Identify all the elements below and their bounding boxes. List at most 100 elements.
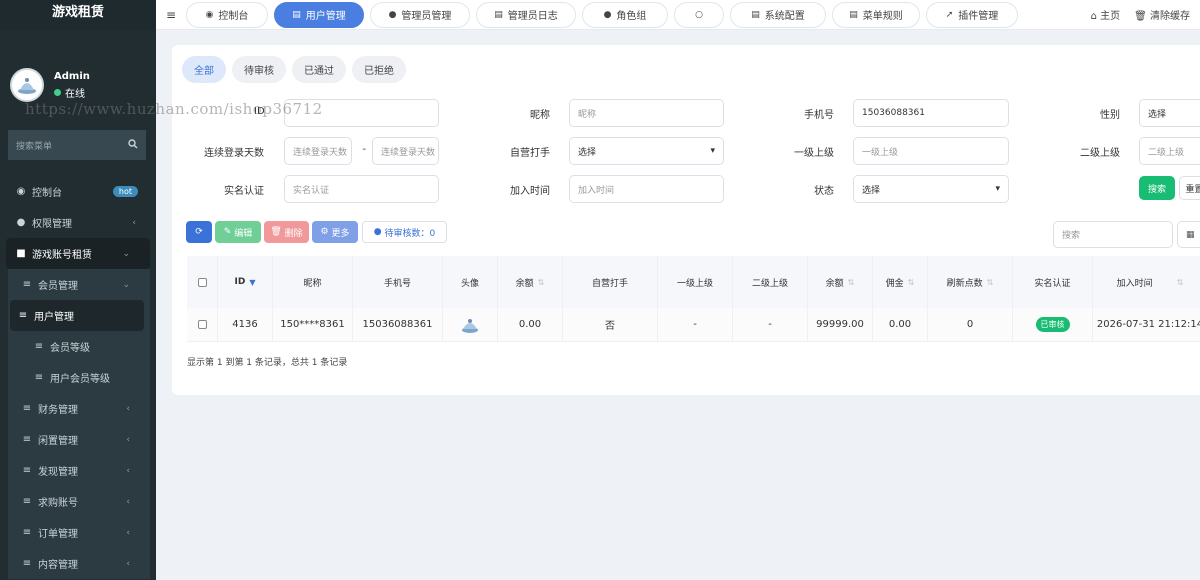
cell-jointime: 2026-07-31 21:12:14 — [1092, 308, 1200, 341]
delete-button[interactable]: 🗑 删除 — [264, 221, 309, 243]
tab-role-group[interactable]: ● 角色组 — [582, 1, 668, 28]
col-balance[interactable]: 余额 ⇅ — [497, 256, 562, 308]
phone-input[interactable]: 15036088361 — [853, 99, 1009, 127]
sidebar-item-content[interactable]: ≡ 内容管理 ‹ — [8, 548, 150, 579]
sidebar-item-idle[interactable]: ≡ 闲置管理 ‹ — [8, 424, 150, 455]
col-points[interactable]: 刷新点数 ⇅ — [927, 256, 1012, 308]
sidebar-item-wanted[interactable]: ≡ 求购账号 ‹ — [8, 486, 150, 517]
sidebar-item-orders[interactable]: ≡ 订单管理 ‹ — [8, 517, 150, 548]
login-days-max-input[interactable]: 连续登录天数 — [372, 137, 439, 165]
chevron-left-icon: ‹ — [126, 434, 130, 445]
chevron-down-icon: ⌄ — [122, 279, 130, 290]
sidebar-item-game-rental[interactable]: ■ 游戏账号租赁 ⌄ — [6, 238, 150, 269]
col-balance2[interactable]: 余额 ⇅ — [807, 256, 872, 308]
login-days-label: 连续登录天数 — [204, 148, 264, 159]
tab-user-mgmt[interactable]: ▤ 用户管理 — [274, 1, 364, 28]
status-badge: 已审核 — [1035, 317, 1070, 332]
sidebar-menu: ◉ 控制台 hot ● 权限管理 ‹ ■ 游戏账号租赁 ⌄ ≡ 会员管理 ⌄ ≡… — [0, 176, 156, 579]
refresh-button[interactable]: ⟳ — [186, 221, 212, 243]
users-icon: ● — [603, 9, 612, 20]
search-icon[interactable] — [128, 138, 138, 152]
dashboard-icon: ◉ — [205, 9, 214, 20]
list-icon: ≡ — [18, 310, 28, 321]
sidebar-item-member-level[interactable]: ≡ 会员等级 — [8, 331, 150, 362]
tab-menu-rules[interactable]: ▤ 菜单规则 — [832, 1, 920, 28]
table-search-input[interactable]: 搜索 — [1053, 221, 1173, 248]
tab-system-config[interactable]: ▤ 系统配置 — [730, 1, 826, 28]
checkbox[interactable] — [197, 320, 207, 329]
user-name: Admin — [54, 70, 90, 82]
jointime-input[interactable]: 加入时间 — [569, 175, 724, 203]
sort-icon: ⇅ — [847, 277, 855, 287]
edit-button[interactable]: ✎ 编辑 — [215, 221, 261, 243]
sidebar-item-discover[interactable]: ≡ 发现管理 ‹ — [8, 455, 150, 486]
cell-level2: - — [732, 308, 807, 341]
col-id[interactable]: ID ▼ — [217, 256, 272, 308]
status-tab-rejected[interactable]: 已拒绝 — [352, 56, 406, 83]
reset-button[interactable]: 重置 — [1179, 176, 1200, 200]
more-button[interactable]: ⚙ 更多 — [312, 221, 358, 243]
sidebar: 游戏租赁 Admin 在线 搜索菜单 ◉ 控制台 hot ● 权限管理 ‹ ■ … — [0, 0, 156, 580]
tab-admin-log[interactable]: ▤ 管理员日志 — [476, 1, 576, 28]
cell-id: 4136 — [217, 308, 272, 341]
chevron-left-icon: ‹ — [126, 403, 130, 414]
sidebar-item-finance[interactable]: ≡ 财务管理 ‹ — [8, 393, 150, 424]
tab-admin-mgmt[interactable]: ● 管理员管理 — [370, 1, 470, 28]
col-self: 自营打手 — [562, 256, 657, 308]
list-icon: ≡ — [34, 341, 44, 352]
trash-icon: 🗑 — [1134, 11, 1147, 22]
columns-toggle-icon[interactable]: ▦ — [1177, 221, 1200, 248]
list-icon: ≡ — [22, 527, 32, 538]
avatar — [10, 68, 44, 102]
status-tab-all[interactable]: 全部 — [182, 56, 226, 83]
nickname-input[interactable]: 昵称 — [569, 99, 724, 127]
cell-balance2: 99999.00 — [807, 308, 872, 341]
rocket-icon: ➚ — [945, 9, 954, 20]
row-checkbox-cell[interactable] — [187, 308, 217, 341]
status-tab-approved[interactable]: 已通过 — [292, 56, 346, 83]
sort-icon: ⇅ — [907, 277, 915, 287]
status-tab-pending[interactable]: 待审核 — [232, 56, 286, 83]
sidebar-item-user-member-level[interactable]: ≡ 用户会员等级 — [8, 362, 150, 393]
sidebar-item-permissions[interactable]: ● 权限管理 ‹ — [0, 207, 156, 238]
circle-icon: ○ — [695, 9, 703, 20]
realname-input[interactable]: 实名认证 — [284, 175, 439, 203]
sidebar-item-member-mgmt[interactable]: ≡ 会员管理 ⌄ — [8, 269, 150, 300]
clear-cache-link[interactable]: 🗑 清除缓存 — [1134, 7, 1190, 22]
search-button[interactable]: 搜索 — [1139, 176, 1175, 200]
sidebar-item-user-mgmt[interactable]: ≡ 用户管理 — [10, 300, 144, 331]
col-jointime[interactable]: 加入时间 ⇅ — [1092, 256, 1200, 308]
col-commission[interactable]: 佣金 ⇅ — [872, 256, 927, 308]
select-all-checkbox-cell[interactable] — [187, 256, 217, 308]
state-select[interactable]: 选择 ▾ — [853, 175, 1009, 203]
sidebar-search-input[interactable]: 搜索菜单 — [16, 139, 52, 152]
self-select[interactable]: 选择 ▾ — [569, 137, 724, 165]
gender-select[interactable]: 选择 — [1139, 99, 1200, 127]
phone-label: 手机号 — [804, 110, 834, 121]
table-row[interactable]: 4136 150****8361 15036088361 0.00 否 - - … — [187, 308, 1200, 342]
tab-unnamed[interactable]: ○ — [674, 1, 724, 28]
level1-input[interactable]: 一级上级 — [853, 137, 1009, 165]
jointime-label: 加入时间 — [510, 186, 550, 197]
col-level2: 二级上级 — [732, 256, 807, 308]
checkbox[interactable] — [197, 277, 207, 287]
gender-label: 性别 — [1100, 110, 1120, 121]
hamburger-menu-icon[interactable]: ≡ — [156, 8, 186, 22]
home-link[interactable]: ⌂ 主页 — [1091, 7, 1121, 22]
submenu-game-rental: ≡ 会员管理 ⌄ ≡ 用户管理 ≡ 会员等级 ≡ 用户会员等级 ≡ 财务管理 ‹ — [8, 269, 150, 579]
cell-commission: 0.00 — [872, 308, 927, 341]
list-icon: ≡ — [22, 558, 32, 569]
tab-dashboard[interactable]: ◉ 控制台 — [186, 1, 268, 28]
login-days-min-input[interactable]: 连续登录天数 — [284, 137, 352, 165]
sidebar-item-dashboard[interactable]: ◉ 控制台 hot — [0, 176, 156, 207]
range-separator: - — [362, 144, 366, 155]
pending-count-button[interactable]: ● 待审核数：0 — [362, 221, 447, 243]
watermark-url: https://www.huzhan.com/ishop36712 — [25, 100, 323, 118]
state-label: 状态 — [814, 186, 834, 197]
level2-input[interactable]: 二级上级 — [1139, 137, 1200, 165]
tab-plugin-mgmt[interactable]: ➚ 插件管理 — [926, 1, 1018, 28]
cell-avatar[interactable] — [442, 308, 497, 341]
sidebar-search[interactable]: 搜索菜单 — [8, 130, 146, 160]
col-nickname: 昵称 — [272, 256, 352, 308]
avatar-image[interactable] — [460, 316, 480, 334]
